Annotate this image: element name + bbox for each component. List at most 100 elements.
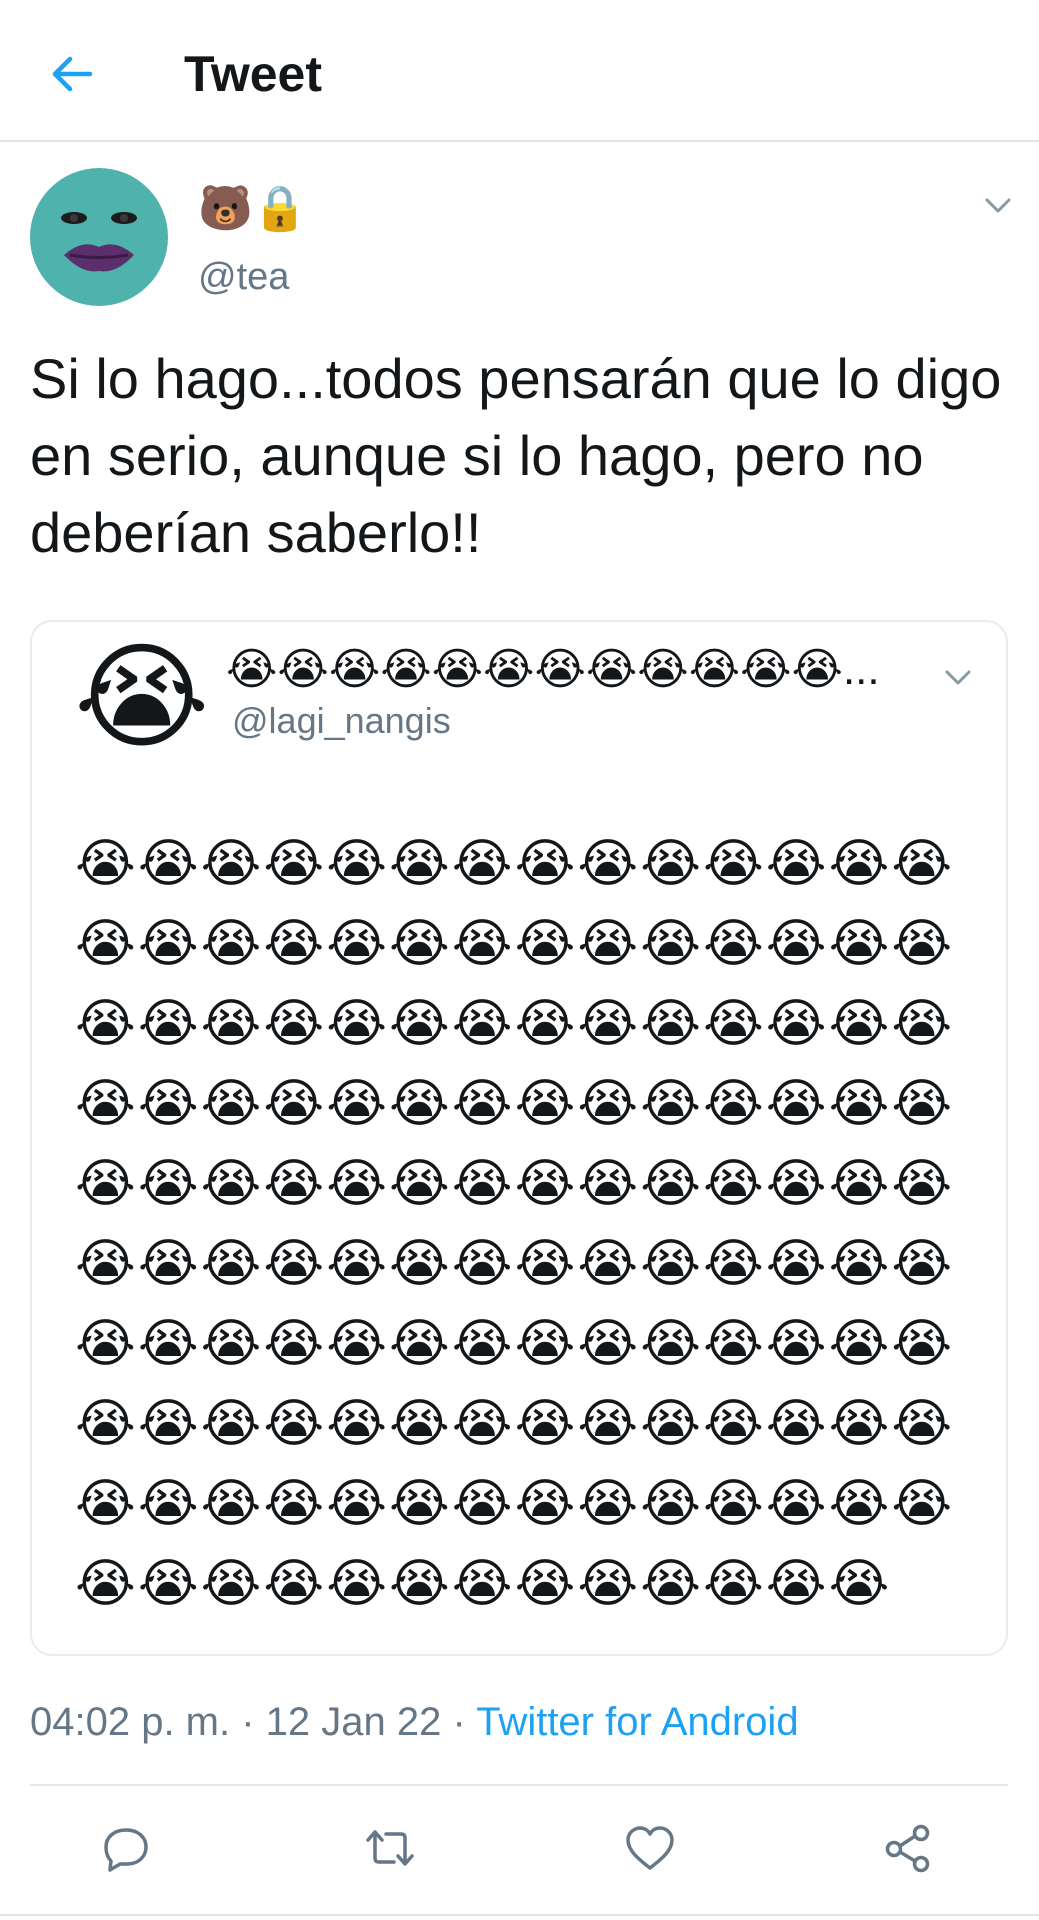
grid-emoji: 😭 [326, 1075, 387, 1133]
grid-emoji: 😭 [389, 1395, 450, 1453]
grid-emoji: 😭 [451, 915, 513, 973]
grid-emoji: 😭 [514, 1235, 576, 1293]
grid-emoji: 😭 [702, 1155, 764, 1213]
grid-emoji: 😭 [702, 995, 764, 1053]
grid-emoji: 😭 [514, 1155, 576, 1213]
grid-emoji: 😭 [263, 1235, 325, 1293]
tweet-source-link[interactable]: Twitter for Android [476, 1700, 798, 1744]
user-handle[interactable]: @tea [198, 256, 289, 299]
grid-emoji: 😭 [263, 1155, 325, 1213]
grid-emoji: 😭 [891, 1395, 953, 1453]
grid-emoji: 😭 [451, 1475, 513, 1533]
divider [0, 1914, 1039, 1916]
grid-emoji: 😭 [263, 1075, 325, 1133]
grid-emoji: 😭 [389, 915, 450, 973]
tweet-options-button[interactable] [978, 190, 1018, 220]
retweet-button[interactable] [350, 1808, 430, 1888]
grid-emoji: 😭 [828, 1155, 890, 1213]
grid-emoji: 😭 [137, 835, 199, 893]
grid-emoji: 😭 [389, 1315, 450, 1373]
tweet-text: Si lo hago...todos pensarán que lo digo … [30, 347, 1002, 564]
grid-emoji: 😭 [326, 1475, 387, 1533]
tweet-metadata: 04:02 p. m. · 12 Jan 22 · Twitter for An… [30, 1700, 799, 1745]
reply-button[interactable] [86, 1808, 166, 1888]
avatar[interactable] [30, 168, 168, 306]
grid-emoji: 😭 [137, 1315, 199, 1373]
grid-emoji: 😭 [577, 1475, 639, 1533]
grid-emoji: 😭 [765, 1555, 827, 1613]
grid-emoji: 😭 [326, 1555, 387, 1613]
grid-emoji: 😭 [451, 1395, 513, 1453]
back-button[interactable] [44, 46, 100, 102]
grid-emoji: 😭 [640, 1075, 701, 1133]
grid-emoji: 😭 [75, 1395, 136, 1453]
grid-emoji: 😭 [577, 1315, 639, 1373]
grid-emoji: 😭 [514, 1395, 576, 1453]
grid-emoji: 😭 [389, 1075, 450, 1133]
grid-emoji: 😭 [200, 1395, 262, 1453]
grid-emoji: 😭 [765, 1475, 827, 1533]
grid-emoji: 😭 [326, 995, 387, 1053]
display-name[interactable]: 🐻🔒 [198, 182, 308, 236]
grid-emoji: 😭 [891, 1155, 953, 1213]
grid-emoji: 😭 [389, 1475, 450, 1533]
grid-emoji: 😭 [326, 1235, 387, 1293]
grid-emoji: 😭 [577, 995, 639, 1053]
quoted-handle: @lagi_nangis [232, 700, 451, 741]
quoted-chevron [938, 662, 978, 692]
grid-emoji: 😭 [137, 1475, 199, 1533]
grid-emoji: 😭 [828, 835, 890, 893]
avatar-face-icon [61, 212, 137, 272]
grid-emoji: 😭 [200, 1315, 262, 1373]
grid-emoji: 😭 [640, 915, 701, 973]
grid-emoji: 😭 [702, 835, 764, 893]
grid-emoji: 😭 [75, 1235, 136, 1293]
grid-emoji: 😭 [577, 915, 639, 973]
grid-emoji: 😭 [137, 1235, 199, 1293]
grid-emoji: 😭 [75, 1155, 136, 1213]
quoted-avatar: 😭 [74, 632, 210, 762]
grid-emoji: 😭 [828, 1315, 890, 1373]
grid-emoji: 😭 [765, 1075, 827, 1133]
page-title: Tweet [184, 46, 322, 102]
share-button[interactable] [868, 1808, 948, 1888]
grid-emoji: 😭 [577, 1395, 639, 1453]
chevron-down-icon [985, 198, 1011, 213]
grid-emoji: 😭 [137, 1395, 199, 1453]
grid-emoji: 😭 [891, 995, 953, 1053]
grid-emoji: 😭 [326, 915, 387, 973]
grid-emoji: 😭 [765, 1395, 827, 1453]
grid-emoji: 😭 [702, 1555, 764, 1613]
grid-emoji: 😭 [263, 995, 325, 1053]
quoted-display-name: 😭😭😭😭😭😭😭😭😭😭😭😭... [226, 645, 880, 694]
grid-emoji: 😭 [640, 1235, 701, 1293]
like-button[interactable] [610, 1808, 690, 1888]
grid-emoji: 😭 [137, 1555, 199, 1613]
divider [30, 1784, 1008, 1786]
grid-emoji: 😭 [514, 1475, 576, 1533]
tweet-timestamp: 04:02 p. m. · 12 Jan 22 · [30, 1700, 477, 1744]
grid-emoji: 😭 [891, 915, 953, 973]
emoji-grid: 😭 😭 😭 😭 😭 😭 😭 😭 😭 😭 😭 😭 😭 😭 😭 😭 😭 😭 😭 😭 😭 😭 😭 😭 😭 😭 😭 😭 😭 😭 😭 😭 😭 😭 😭 😭 😭 😭 😭 😭… [74, 824, 954, 1624]
grid-emoji: 😭 [891, 1315, 953, 1373]
grid-emoji: 😭 [765, 915, 827, 973]
grid-emoji: 😭 [702, 1235, 764, 1293]
tweet-image[interactable]: 😭 😭😭😭😭😭😭😭😭😭😭😭😭... @lagi_nangis 😭 😭 😭 😭 😭 😭 😭 😭 😭… [30, 620, 1008, 1656]
grid-emoji: 😭 [640, 1475, 701, 1533]
grid-emoji: 😭 [891, 835, 953, 893]
grid-emoji: 😭 [640, 1155, 701, 1213]
grid-emoji: 😭 [263, 1395, 325, 1453]
grid-emoji: 😭 [326, 1395, 387, 1453]
grid-emoji: 😭 [137, 1075, 199, 1133]
grid-emoji: 😭 [828, 1555, 890, 1613]
grid-emoji: 😭 [765, 1315, 827, 1373]
grid-emoji: 😭 [451, 995, 513, 1053]
grid-emoji: 😭 [75, 995, 136, 1053]
grid-emoji: 😭 [451, 1555, 513, 1613]
share-icon [885, 1824, 930, 1873]
grid-emoji: 😭 [640, 1315, 701, 1373]
top-bar: Tweet [0, 0, 1039, 142]
grid-emoji: 😭 [263, 915, 325, 973]
grid-emoji: 😭 [389, 1235, 450, 1293]
grid-emoji: 😭 [514, 1315, 576, 1373]
